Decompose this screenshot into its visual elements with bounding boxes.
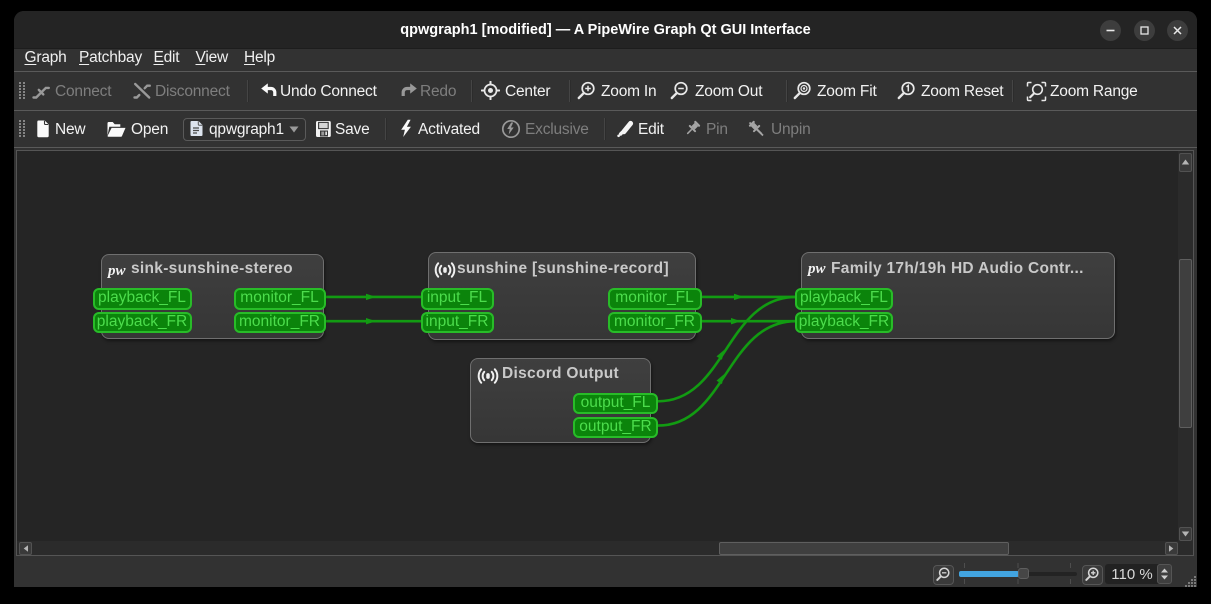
svg-text:pw: pw [807, 261, 827, 277]
svg-text:pw: pw [107, 263, 127, 279]
